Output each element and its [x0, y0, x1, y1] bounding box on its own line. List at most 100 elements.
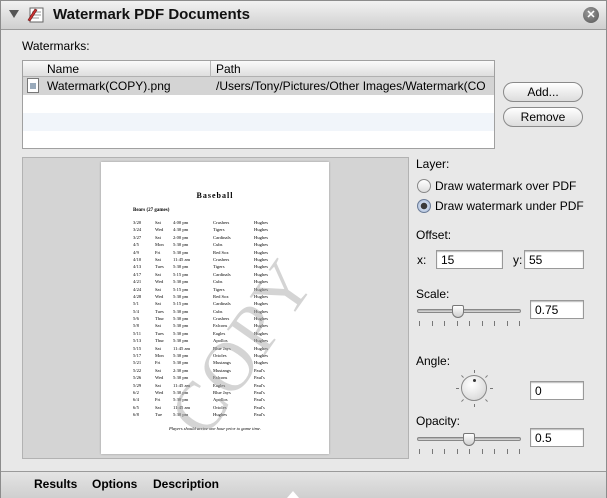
- angle-label: Angle:: [416, 354, 451, 368]
- schedule-cell: 4/5: [133, 242, 139, 248]
- schedule-cell: 5/21: [133, 360, 142, 366]
- schedule-cell: Cardinals: [213, 271, 231, 277]
- opacity-slider-knob[interactable]: [463, 433, 475, 446]
- disclosure-triangle-icon[interactable]: [9, 10, 19, 18]
- schedule-cell: 3/20: [133, 220, 142, 225]
- schedule-cell: Thur: [155, 338, 164, 344]
- schedule-cell: 5/8: [133, 323, 139, 329]
- preview-page: Baseball Bears (27 games) 3/20 Sat 4:00 pm…: [101, 162, 329, 454]
- schedule-cell: 3/27: [133, 234, 142, 240]
- schedule-cell: Sat: [155, 256, 161, 262]
- schedule-cell: Tigers: [213, 286, 225, 292]
- slider-tick: [431, 449, 433, 454]
- schedule-cell: 5:15 pm: [173, 271, 189, 277]
- schedule-cell: 5/11: [133, 330, 141, 336]
- schedule-cell: 2:00 pm: [173, 234, 189, 240]
- scale-slider-ticks: [419, 321, 520, 327]
- empty-row-stripe: [23, 113, 494, 131]
- offset-y-label: y:: [513, 253, 523, 267]
- opacity-field[interactable]: 0.5: [530, 428, 584, 447]
- slider-tick: [494, 321, 495, 326]
- close-icon[interactable]: ✕: [583, 7, 599, 23]
- tab-description[interactable]: Description: [153, 477, 219, 491]
- schedule-cell: Sat: [155, 382, 161, 388]
- dial-tick: [474, 370, 475, 373]
- dial-tick: [485, 399, 488, 402]
- schedule-cell: 4/28: [133, 293, 142, 299]
- slider-tick: [469, 321, 470, 326]
- offset-x-label: x:: [417, 253, 427, 267]
- offset-x-field[interactable]: 15: [436, 250, 503, 269]
- slider-tick: [519, 321, 520, 326]
- remove-button[interactable]: Remove: [503, 107, 583, 127]
- schedule-cell: 4/10: [133, 256, 142, 262]
- schedule-row: 3/24 Wed 4:30 pm Tigers Hughes: [133, 227, 303, 234]
- table-row[interactable]: Watermark(COPY).png /Users/Tony/Pictures…: [23, 77, 494, 95]
- angle-dial-indicator: [473, 379, 476, 382]
- schedule-cell: Crushers: [213, 220, 230, 225]
- radio-draw-over-label[interactable]: Draw watermark over PDF: [435, 179, 576, 193]
- schedule-cell: Hughes: [254, 234, 269, 240]
- watermark-name-cell: Watermark(COPY).png: [47, 79, 171, 93]
- schedule-cell: Hughes: [254, 227, 269, 233]
- schedule-cell: Hughes: [254, 220, 269, 225]
- radio-draw-over[interactable]: [417, 179, 431, 193]
- schedule-cell: 6/2: [133, 389, 139, 395]
- offset-y-field[interactable]: 55: [524, 250, 584, 269]
- connector-notch: [287, 491, 299, 498]
- schedule-cell: Paul's: [254, 404, 265, 410]
- schedule-cell: 4:00 pm: [173, 220, 189, 225]
- action-window: Watermark PDF Documents ✕ Watermarks: Na…: [0, 0, 607, 498]
- schedule-cell: Tues: [155, 264, 164, 270]
- tab-options[interactable]: Options: [92, 477, 137, 491]
- radio-draw-under-label[interactable]: Draw watermark under PDF: [435, 199, 584, 213]
- angle-dial[interactable]: [456, 370, 493, 407]
- schedule-cell: Sat: [155, 345, 161, 351]
- opacity-label: Opacity:: [416, 414, 461, 428]
- add-button[interactable]: Add...: [503, 82, 583, 102]
- schedule-cell: 5:15 pm: [173, 286, 189, 292]
- slider-tick: [444, 321, 445, 326]
- tab-results[interactable]: Results: [34, 477, 77, 491]
- schedule-cell: Tigers: [213, 264, 225, 270]
- schedule-cell: 4:30 pm: [173, 227, 189, 233]
- schedule-cell: Red Sox: [213, 293, 229, 299]
- schedule-cell: 5:15 pm: [173, 301, 189, 307]
- slider-tick: [506, 321, 508, 326]
- schedule-cell: 5:30 pm: [173, 323, 189, 329]
- slider-tick: [481, 321, 483, 326]
- schedule-row: 3/20 Sat 4:00 pm Crushers Hughes: [133, 220, 303, 227]
- schedule-cell: Mon: [155, 242, 164, 248]
- schedule-cell: Cubs: [213, 279, 223, 285]
- watermarks-table[interactable]: Name Path Watermark(COPY).png /Users/Ton…: [22, 60, 495, 149]
- slider-tick: [444, 449, 445, 454]
- scale-slider-knob[interactable]: [451, 305, 464, 318]
- slider-tick: [481, 449, 483, 454]
- schedule-row: 3/27 Sat 2:00 pm Cardinals Hughes: [133, 235, 303, 242]
- column-header-name[interactable]: Name: [47, 62, 79, 76]
- schedule-cell: 11:45 am: [173, 256, 191, 262]
- schedule-cell: 11:45 am: [173, 345, 191, 351]
- schedule-cell: 4/17: [133, 271, 142, 277]
- schedule-cell: Tues: [155, 308, 164, 314]
- dial-tick: [461, 375, 464, 378]
- slider-tick: [519, 449, 520, 454]
- schedule-row: 4/5 Mon 5:30 pm Cubs Hughes: [133, 242, 303, 249]
- schedule-cell: 3/24: [133, 227, 142, 233]
- angle-field[interactable]: 0: [530, 381, 584, 400]
- schedule-cell: Sat: [155, 301, 161, 307]
- schedule-cell: 6/4: [133, 397, 139, 403]
- schedule-cell: Sat: [155, 367, 161, 373]
- offset-label: Offset:: [416, 228, 452, 242]
- scale-field[interactable]: 0.75: [530, 300, 584, 319]
- schedule-cell: 6/5: [133, 404, 139, 410]
- column-header-path[interactable]: Path: [216, 62, 241, 76]
- schedule-cell: 4/13: [133, 264, 142, 270]
- title-bar: Watermark PDF Documents ✕: [1, 1, 606, 30]
- image-file-icon: [27, 78, 39, 93]
- dial-tick: [490, 388, 493, 389]
- radio-draw-under[interactable]: [417, 199, 431, 213]
- scale-slider-track[interactable]: [417, 309, 521, 313]
- schedule-cell: 5/13: [133, 338, 142, 344]
- schedule-cell: Sat: [155, 286, 161, 292]
